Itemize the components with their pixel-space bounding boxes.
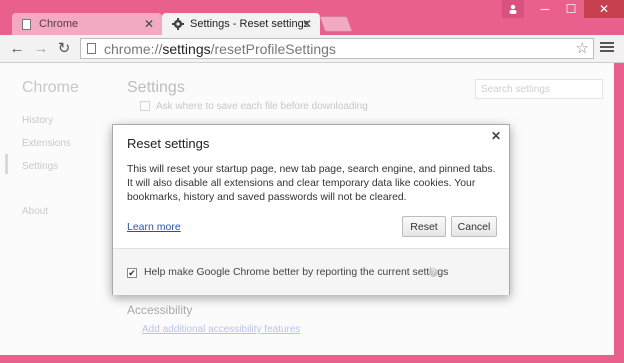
reset-settings-dialog: Reset settings ✕ This will reset your st…	[112, 124, 510, 295]
tab-close-icon[interactable]: ✕	[144, 17, 154, 31]
page-icon	[87, 43, 96, 54]
sidebar-selection-indicator	[5, 154, 8, 174]
address-bar[interactable]: chrome://settings/resetProfileSettings ☆	[80, 38, 594, 59]
report-settings-label: Help make Google Chrome better by report…	[144, 267, 449, 278]
url-scheme: chrome://	[104, 40, 163, 57]
download-setting-label: Ask where to save each file before downl…	[156, 101, 368, 112]
report-settings-checkbox[interactable]: ✔	[127, 268, 137, 278]
download-setting-row[interactable]: Ask where to save each file before downl…	[140, 101, 368, 112]
page-title: Settings	[127, 79, 185, 96]
new-tab-button[interactable]	[319, 16, 353, 32]
sidebar-item-about[interactable]: About	[22, 206, 48, 217]
tab-close-icon[interactable]: ✕	[302, 17, 312, 31]
maximize-button[interactable]: ☐	[558, 0, 584, 18]
window-bottom-border	[0, 355, 624, 363]
back-button[interactable]: ←	[8, 39, 26, 57]
accessibility-link[interactable]: Add additional accessibility features	[142, 324, 300, 335]
close-icon[interactable]: ✕	[491, 129, 501, 143]
gear-icon	[172, 18, 184, 30]
tab-strip: Chrome ✕ Settings - Reset settings ✕ ─ ☐…	[0, 0, 624, 36]
dialog-message: This will reset your startup page, new t…	[127, 164, 496, 203]
reload-button[interactable]: ↻	[55, 39, 73, 57]
learn-more-link[interactable]: Learn more	[127, 221, 181, 233]
accessibility-heading: Accessibility	[127, 303, 193, 317]
download-checkbox[interactable]	[140, 101, 150, 112]
url-path: /resetProfileSettings	[210, 40, 336, 57]
bookmark-star-icon[interactable]: ☆	[576, 39, 589, 57]
sidebar-title: Chrome	[22, 79, 79, 96]
tab-chrome[interactable]: Chrome ✕	[12, 13, 162, 35]
minimize-button[interactable]: ─	[532, 0, 558, 18]
tab-label: Chrome	[39, 18, 79, 30]
search-settings-input[interactable]: Search settings	[475, 79, 603, 99]
user-icon[interactable]	[502, 0, 524, 18]
window-controls: ─ ☐ ✕	[502, 0, 624, 18]
tab-label: Settings - Reset settings	[190, 18, 310, 30]
cancel-button[interactable]: Cancel	[451, 216, 497, 237]
url-host: settings	[162, 40, 211, 57]
reset-button[interactable]: Reset	[402, 216, 446, 237]
menu-icon[interactable]	[600, 40, 614, 56]
forward-button[interactable]: →	[32, 39, 50, 57]
dialog-footer: ✔ Help make Google Chrome better by repo…	[113, 248, 509, 295]
browser-window: Chrome ✕ Settings - Reset settings ✕ ─ ☐…	[0, 0, 624, 363]
tab-settings[interactable]: Settings - Reset settings ✕	[162, 13, 320, 35]
sidebar-item-history[interactable]: History	[22, 115, 53, 126]
close-window-button[interactable]: ✕	[584, 0, 624, 18]
page-icon	[22, 18, 31, 30]
toolbar: ← → ↻ chrome://settings/resetProfileSett…	[0, 35, 624, 63]
sidebar-item-settings[interactable]: Settings	[22, 161, 58, 172]
sidebar-item-extensions[interactable]: Extensions	[22, 138, 71, 149]
dialog-title: Reset settings	[127, 136, 210, 151]
help-icon[interactable]: ?	[429, 268, 438, 277]
